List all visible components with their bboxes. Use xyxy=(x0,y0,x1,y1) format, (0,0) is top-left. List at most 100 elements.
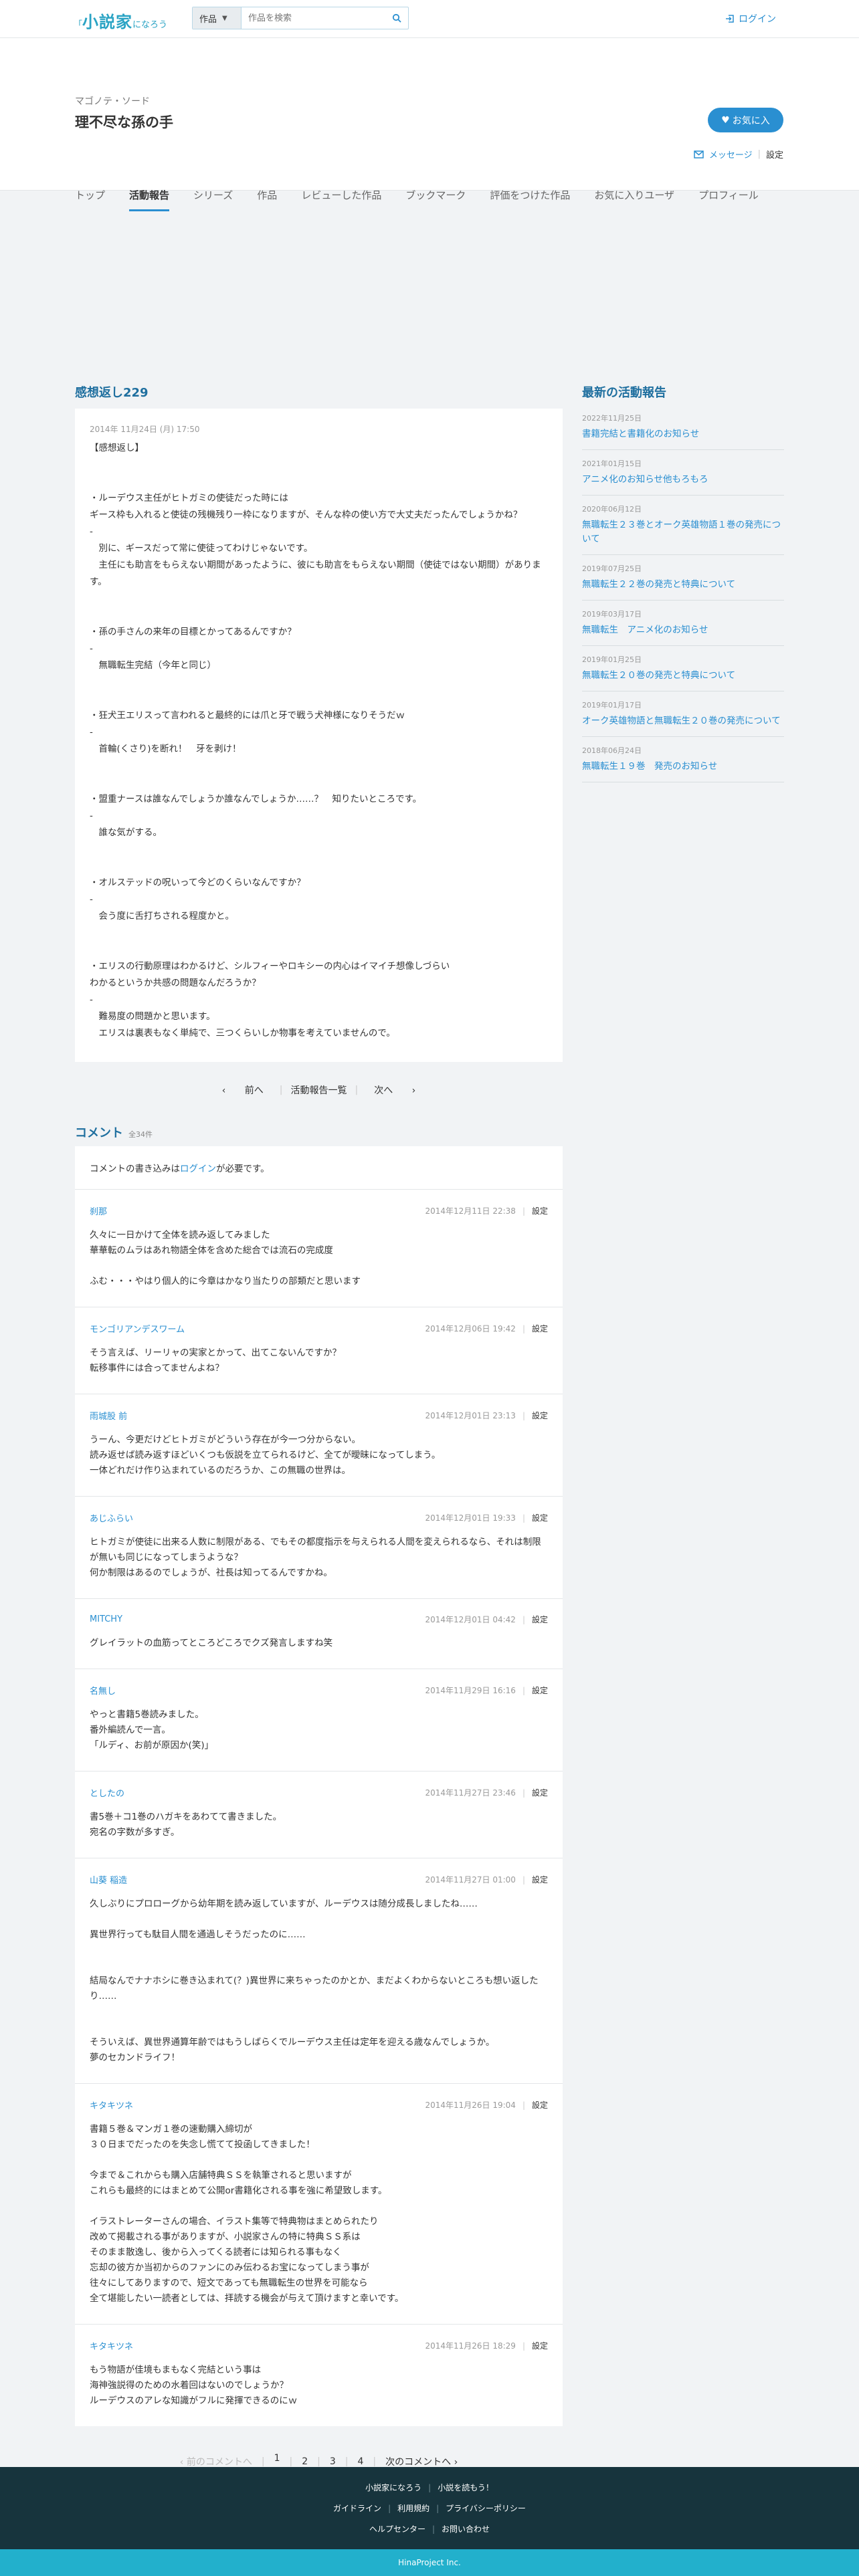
comment-settings-link[interactable]: 設定 xyxy=(532,1410,548,1421)
news-item: 2020年06月12日無職転生２３巻とオーク英雄物語１巻の発売について xyxy=(582,496,784,555)
logo-text-main: 小説家 xyxy=(82,12,133,31)
prev-post-link[interactable]: ‹ 前へ xyxy=(206,1083,280,1097)
search-input[interactable] xyxy=(242,7,385,29)
footer-link-guideline[interactable]: ガイドライン xyxy=(333,2502,381,2514)
right-column: 最新の活動報告 2022年11月25日 書籍完結と書籍化のお知らせ 2021年01月… xyxy=(582,383,784,782)
news-link[interactable]: オーク英雄物語と無職転生２０巻の発売について xyxy=(582,714,784,728)
footer-link-privacy[interactable]: プライバシーポリシー xyxy=(446,2502,526,2514)
news-item: 2022年11月25日 書籍完結と書籍化のお知らせ xyxy=(582,405,784,450)
footer-copyright: HinaProject Inc. xyxy=(0,2549,859,2576)
comment-text: そう言えば、リーリャの実家とかって、出てこないんですか？ 転移事件には合ってませ… xyxy=(90,1348,341,1374)
news-link[interactable]: 無職転生 アニメ化のお知らせ xyxy=(582,623,784,637)
comment-page-4[interactable]: 4 xyxy=(349,2456,373,2467)
news-link[interactable]: 無職転生１９巻 発売のお知らせ xyxy=(582,760,784,774)
separator: | xyxy=(436,2503,440,2513)
comment-author[interactable]: 雨城股 前 xyxy=(90,1409,127,1422)
tab-works[interactable]: 作品 xyxy=(257,188,277,209)
tab-bookmarks[interactable]: ブックマーク xyxy=(405,188,466,209)
comment-meta: 2014年11月26日 19:04 | 設定 xyxy=(425,2099,548,2111)
search-category-value: 作品 xyxy=(199,14,217,25)
comment-author[interactable]: MITCHY xyxy=(90,1614,122,1624)
comment-item: MITCHY 2014年12月01日 04:42 | 設定 グレイラットの血筋ってところ… xyxy=(75,1599,563,1669)
tab-reviews[interactable]: レビューした作品 xyxy=(301,188,381,209)
next-post-link[interactable]: 次へ › xyxy=(358,1083,432,1097)
comment-date: 2014年11月27日 23:46 xyxy=(425,1788,516,1798)
activity-list-link[interactable]: 活動報告一覧 xyxy=(283,1083,355,1097)
news-date: 2020年06月12日 xyxy=(582,505,642,514)
footer: 小説家になろう | 小説を読もう！ ガイドライン | 利用規約 | プライバシー… xyxy=(0,2467,859,2576)
footer-link-contact[interactable]: お問い合わせ xyxy=(442,2523,490,2535)
footer-link-yomou[interactable]: 小説を読もう！ xyxy=(438,2482,494,2493)
comment-settings-link[interactable]: 設定 xyxy=(532,1874,548,1885)
comment-meta: 2014年11月29日 16:16 | 設定 xyxy=(425,1685,548,1696)
search-button[interactable] xyxy=(385,7,408,29)
tab-ratings[interactable]: 評価をつけた作品 xyxy=(490,188,570,209)
comment-date: 2014年11月26日 18:29 xyxy=(425,2341,516,2351)
comments-header: コメント 全34件 xyxy=(75,1123,563,1141)
news-title: 最新の活動報告 xyxy=(582,386,666,400)
next-comments-link[interactable]: 次のコメントへ › xyxy=(376,2455,467,2468)
separator: | xyxy=(432,2524,436,2534)
site-logo[interactable]: 「 小説家 になろう xyxy=(74,9,167,31)
comment-item: あじふらい 2014年12月01日 19:33 | 設定 ヒトガミが使徒に出来る人数に制… xyxy=(75,1497,563,1599)
comment-author[interactable]: としたの xyxy=(90,1786,124,1799)
news-item: 2021年01月15日 アニメ化のお知らせ他もろもろ xyxy=(582,450,784,496)
news-link[interactable]: 無職転生２３巻とオーク英雄物語１巻の発売について xyxy=(582,518,784,546)
search-category-select[interactable]: 作品 ▼ xyxy=(193,7,242,29)
news-link[interactable]: 無職転生２２巻の発売と特典について xyxy=(582,578,784,592)
comment-item: としたの 2014年11月27日 23:46 | 設定 書5巻＋コ1巻のハガキをあわてて… xyxy=(75,1772,563,1858)
tab-activity[interactable]: 活動報告 xyxy=(129,188,170,211)
login-link[interactable]: ログイン xyxy=(725,12,776,25)
comment-page-3[interactable]: 3 xyxy=(320,2456,345,2467)
tab-top[interactable]: トップ xyxy=(75,188,105,209)
settings-link[interactable]: 設定 xyxy=(766,148,783,160)
message-link[interactable]: メッセージ xyxy=(709,148,753,160)
comment-settings-link[interactable]: 設定 xyxy=(532,1205,548,1216)
news-date: 2019年07月25日 xyxy=(582,564,642,573)
comment-author[interactable]: キタキツネ xyxy=(90,2099,133,2111)
comment-settings-link[interactable]: 設定 xyxy=(532,2099,548,2111)
login-note-link[interactable]: ログイン xyxy=(180,1164,216,1174)
login-icon xyxy=(726,15,734,23)
post-title: 感想返し229 xyxy=(75,386,149,400)
comment-author[interactable]: 刹那 xyxy=(90,1204,107,1217)
post-card: 2014年 11月24日 (月) 17:50 【感想返し】 ・ルーデウス主任がヒ… xyxy=(75,409,563,1062)
comment-settings-link[interactable]: 設定 xyxy=(532,1685,548,1696)
comment-author[interactable]: 名無し xyxy=(90,1684,116,1697)
comment-item: 刹那 2014年12月11日 22:38 | 設定 久々に一日かけて全体を読み返してみま… xyxy=(75,1190,563,1307)
comment-text: 久々に一日かけて全体を読み返してみました 華華転のムラはあれ物語全体を含めた総合… xyxy=(90,1230,361,1287)
footer-link-terms[interactable]: 利用規約 xyxy=(397,2502,430,2514)
news-item: 2019年01月17日 オーク英雄物語と無職転生２０巻の発売について xyxy=(582,691,784,737)
comment-settings-link[interactable]: 設定 xyxy=(532,1323,548,1334)
comment-header: キタキツネ 2014年11月26日 18:29 | 設定 xyxy=(90,2339,548,2353)
news-list: 2022年11月25日 書籍完結と書籍化のお知らせ 2021年01月15日 アニメ化の… xyxy=(582,405,784,782)
comment-meta: 2014年12月01日 23:13 | 設定 xyxy=(425,1410,548,1421)
comment-author[interactable]: キタキツネ xyxy=(90,2339,133,2352)
prev-comments-link[interactable]: ‹ 前のコメントへ xyxy=(171,2455,262,2468)
news-item: 2019年07月25日無職転生２２巻の発売と特典について xyxy=(582,555,784,601)
tab-profile[interactable]: プロフィール xyxy=(698,188,759,209)
comment-author[interactable]: あじふらい xyxy=(90,1511,133,1524)
tab-series[interactable]: シリーズ xyxy=(193,188,233,209)
comments-count: 全34件 xyxy=(128,1130,153,1139)
comment-settings-link[interactable]: 設定 xyxy=(532,1614,548,1625)
footer-link-narou[interactable]: 小説家になろう xyxy=(365,2482,421,2493)
comments-list: コメントの書き込みはログインが必要です。 刹那 2014年12月11日 22:38… xyxy=(75,1146,563,2426)
news-date: 2019年01月25日 xyxy=(582,655,642,664)
comment-settings-link[interactable]: 設定 xyxy=(532,1512,548,1523)
tab-favorite-users[interactable]: お気に入りユーザ xyxy=(594,188,674,209)
add-favorite-label: お気に入 xyxy=(732,115,770,126)
comment-author[interactable]: モンゴリアンデスワーム xyxy=(90,1322,185,1335)
comment-author[interactable]: 山葵 稲造 xyxy=(90,1873,127,1886)
comment-settings-link[interactable]: 設定 xyxy=(532,2340,548,2351)
footer-link-help[interactable]: ヘルプセンター xyxy=(369,2523,425,2535)
login-label: ログイン xyxy=(739,14,776,25)
comment-page-2[interactable]: 2 xyxy=(292,2456,317,2467)
news-link[interactable]: 書籍完結と書籍化のお知らせ xyxy=(582,427,784,441)
footer-links: 小説家になろう | 小説を読もう！ ガイドライン | 利用規約 | プライバシー… xyxy=(0,2467,859,2549)
comment-meta: 2014年11月27日 01:00 | 設定 xyxy=(425,1874,548,1885)
comment-settings-link[interactable]: 設定 xyxy=(532,1787,548,1798)
news-link[interactable]: アニメ化のお知らせ他もろもろ xyxy=(582,473,784,487)
add-favorite-button[interactable]: ♥ お気に入 xyxy=(708,108,783,132)
news-link[interactable]: 無職転生２０巻の発売と特典について xyxy=(582,669,784,683)
